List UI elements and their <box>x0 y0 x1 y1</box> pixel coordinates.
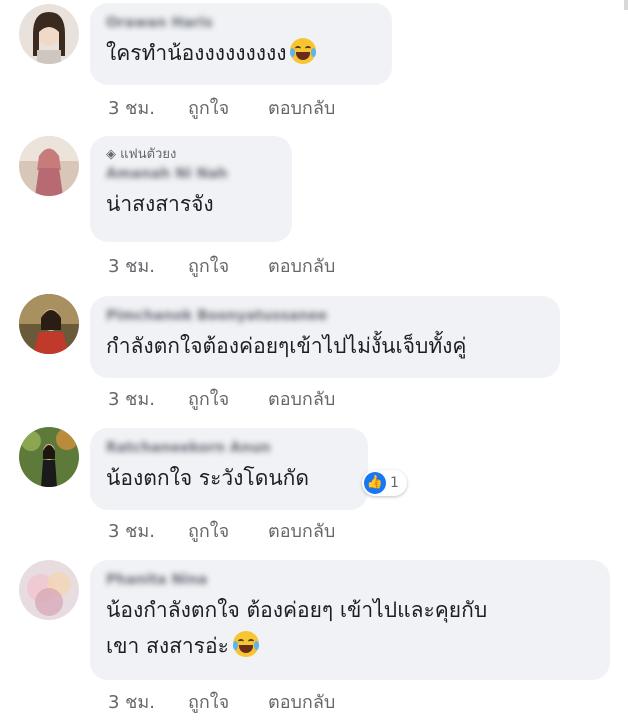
thumbs-up-icon: 👍 <box>364 472 386 494</box>
comment-text: ใครทำน้องงงงงงงงง <box>106 35 376 71</box>
diamond-icon: ◈ <box>106 147 121 162</box>
timestamp[interactable]: 3 ชม. <box>108 516 188 545</box>
reply-button[interactable]: ตอบกลับ <box>268 251 335 280</box>
reply-button[interactable]: ตอบกลับ <box>268 93 335 122</box>
author-name[interactable]: Amanah Ni Nah <box>106 164 276 184</box>
author-name[interactable]: Phanita Nina <box>106 570 594 590</box>
comment-bubble: Ratchaneekorn Anun น้องตกใจ ระวังโดนกัด <box>90 428 368 510</box>
comment-text-line-1: น้องกำลังตกใจ ต้องค่อยๆ เข้าไปและคุยกับ <box>106 598 488 622</box>
avatar[interactable] <box>19 4 79 64</box>
like-button[interactable]: ถูกใจ <box>188 687 268 716</box>
comment-text: กำลังตกใจต้องค่อยๆเข้าไปไม่งั้นเจ็บทั้งค… <box>106 334 467 358</box>
comment-actions: 3 ชม. ถูกใจ ตอบกลับ <box>108 384 335 413</box>
reply-button[interactable]: ตอบกลับ <box>268 687 335 716</box>
comment-bubble: Pimchanok Boonyatussanee กำลังตกใจต้องค่… <box>90 296 560 378</box>
reply-button[interactable]: ตอบกลับ <box>268 384 335 413</box>
comment-actions: 3 ชม. ถูกใจ ตอบกลับ <box>108 93 335 122</box>
comment-text: น้องตกใจ ระวังโดนกัด <box>106 466 310 490</box>
timestamp[interactable]: 3 ชม. <box>108 687 188 716</box>
avatar[interactable] <box>19 136 79 196</box>
avatar[interactable] <box>19 560 79 620</box>
comment-text: น้องกำลังตกใจ ต้องค่อยๆ เข้าไปและคุยกับ … <box>106 592 594 664</box>
timestamp[interactable]: 3 ชม. <box>108 93 188 122</box>
laughing-tears-emoji <box>290 38 317 64</box>
like-button[interactable]: ถูกใจ <box>188 516 268 545</box>
comment-actions: 3 ชม. ถูกใจ ตอบกลับ <box>108 687 335 716</box>
fan-badge: ◈ แฟนตัวยง <box>106 147 177 162</box>
like-button[interactable]: ถูกใจ <box>188 93 268 122</box>
scrollbar-thumb[interactable] <box>624 0 628 10</box>
comment-actions: 3 ชม. ถูกใจ ตอบกลับ <box>108 251 335 280</box>
author-name[interactable]: Pimchanok Boonyatussanee <box>106 306 544 326</box>
reaction-count: 1 <box>390 475 399 491</box>
timestamp[interactable]: 3 ชม. <box>108 251 188 280</box>
avatar[interactable] <box>19 427 79 487</box>
comment-actions: 3 ชม. ถูกใจ ตอบกลับ <box>108 516 335 545</box>
avatar[interactable] <box>19 294 79 354</box>
crying-emoji <box>232 631 259 657</box>
comment-bubble: ◈ แฟนตัวยง Amanah Ni Nah น่าสงสารจัง <box>90 136 292 242</box>
timestamp[interactable]: 3 ชม. <box>108 384 188 413</box>
reaction-badge[interactable]: 👍 1 <box>362 470 407 496</box>
comment-bubble: Orawan Haris ใครทำน้องงงงงงงงง <box>90 3 392 85</box>
comment-text-line-2: เขา สงสารอ่ะ <box>106 628 594 664</box>
author-name[interactable]: Orawan Haris <box>106 13 376 33</box>
comment-bubble: Phanita Nina น้องกำลังตกใจ ต้องค่อยๆ เข้… <box>90 560 610 680</box>
comment-text: น่าสงสารจัง <box>106 192 214 216</box>
like-button[interactable]: ถูกใจ <box>188 251 268 280</box>
reply-button[interactable]: ตอบกลับ <box>268 516 335 545</box>
author-name[interactable]: Ratchaneekorn Anun <box>106 438 352 458</box>
like-button[interactable]: ถูกใจ <box>188 384 268 413</box>
